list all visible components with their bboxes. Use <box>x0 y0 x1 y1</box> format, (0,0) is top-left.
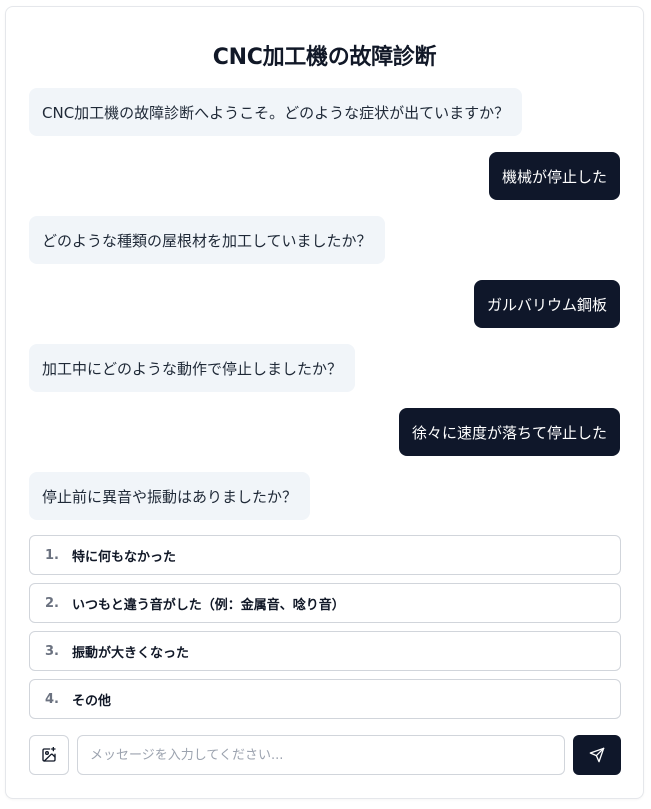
send-button[interactable] <box>573 735 621 775</box>
image-plus-icon <box>42 747 56 762</box>
message-input[interactable] <box>77 735 565 775</box>
option-button-1[interactable]: 1. 特に何もなかった <box>29 535 621 575</box>
option-button-3[interactable]: 3. 振動が大きくなった <box>29 631 621 671</box>
bot-message: 加工中にどのような動作で停止しましたか？ <box>29 344 356 392</box>
answer-options: 1. 特に何もなかった 2. いつもと違う音がした（例：金属音、唸り音） 3. … <box>29 535 621 727</box>
message-composer <box>29 735 621 775</box>
option-number: 1. <box>45 547 59 563</box>
option-button-2[interactable]: 2. いつもと違う音がした（例：金属音、唸り音） <box>29 583 621 623</box>
option-label: 振動が大きくなった <box>72 645 190 661</box>
user-message: ガルバリウム鋼板 <box>473 280 620 328</box>
option-label: いつもと違う音がした（例：金属音、唸り音） <box>72 597 345 613</box>
page-title: CNC加工機の故障診断 <box>212 45 437 70</box>
option-number: 4. <box>45 691 59 707</box>
option-number: 2. <box>45 595 59 611</box>
image-upload-button[interactable] <box>29 735 69 775</box>
bot-message: どのような種類の屋根材を加工していましたか？ <box>29 216 385 264</box>
option-number: 3. <box>45 643 59 659</box>
option-button-4[interactable]: 4. その他 <box>29 679 621 719</box>
bot-message: CNC加工機の故障診断へようこそ。どのような症状が出ていますか？ <box>29 88 523 136</box>
user-message: 徐々に速度が落ちて停止した <box>398 408 620 456</box>
user-message: 機械が停止した <box>488 152 620 200</box>
bot-message: 停止前に異音や振動はありましたか？ <box>29 472 311 520</box>
send-icon <box>589 747 605 763</box>
option-label: 特に何もなかった <box>72 549 177 565</box>
option-label: その他 <box>72 693 112 709</box>
